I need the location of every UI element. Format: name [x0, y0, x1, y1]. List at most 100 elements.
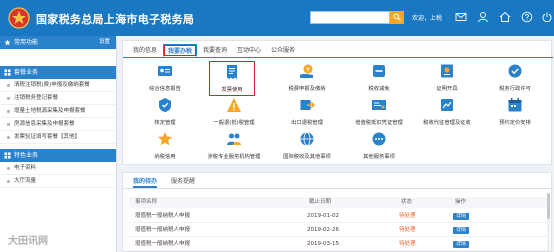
table-row: 增值税一般纳税人申报 2019-02-26 待处理 详情 — [129, 224, 547, 237]
comprehensive-info-report-button[interactable]: 综合信息报告 — [137, 63, 193, 92]
grid-icon — [4, 69, 11, 76]
sidebar-item[interactable]: 清税注销税(费)申报及缴纳套餐 — [0, 79, 116, 92]
globe-icon — [300, 132, 314, 146]
sidebar-item[interactable]: 房源信息采集及申报套餐 — [0, 118, 116, 131]
invoice-icon — [227, 65, 237, 79]
function-panel: 我的信息 我要办税 我要查询 互动中心 公众服务 综合信息报告 发票使用 ¥ 税… — [122, 40, 553, 165]
icon-label: 预约定价安排 — [499, 120, 531, 126]
export-refund-button[interactable]: 出口退税管理 — [279, 97, 335, 126]
table-header: 事项名称 截止日期 状态 操作 — [129, 197, 547, 208]
deadline: 2019-01-02 — [307, 213, 339, 219]
sidebar-item[interactable]: 电子资料 — [0, 162, 116, 175]
tab-interaction[interactable]: 互动中心 — [233, 44, 265, 57]
certificate-issue-button[interactable]: 证明开具 — [419, 63, 475, 92]
settings-link[interactable]: 设置 — [99, 36, 110, 49]
general-refund-button[interactable]: 一般退(抵)税管理 — [206, 97, 262, 126]
site-title: 国家税务总局上海市电子税务局 — [36, 13, 195, 26]
tax-declaration-payment-button[interactable]: ¥ 税费申报及缴纳 — [279, 63, 335, 92]
tax-levy-button[interactable]: 税收代征管理及征收 — [419, 97, 475, 126]
todo-tabs: 我的待办 服务提醒 — [123, 176, 553, 189]
icon-label: 出口退税管理 — [291, 120, 323, 126]
table-row: 增值税一般纳税人申报 2019-01-02 待处理 详情 — [129, 210, 547, 223]
status-badge: 待处理 — [399, 227, 416, 233]
task-name[interactable]: 增值税一般纳税人申报 — [135, 224, 190, 237]
home-icon[interactable] — [499, 11, 511, 23]
invoice-use-button[interactable]: 发票使用 — [209, 61, 255, 96]
detail-button[interactable]: 详情 — [453, 241, 469, 248]
detail-button[interactable]: 详情 — [453, 213, 469, 220]
column-header: 状态 — [401, 199, 413, 205]
icon-label: 纳税信用 — [154, 154, 176, 160]
table-row: 增值税一般纳税人申报 2019-03-15 待处理 详情 — [129, 238, 547, 251]
scrollbar[interactable] — [547, 193, 550, 251]
icon-label: 税费申报及缴纳 — [288, 86, 326, 92]
tab-my-todo[interactable]: 我的待办 — [133, 176, 158, 188]
star-icon — [4, 39, 11, 46]
sidebar-item[interactable]: 增量土地税源采集及申报套餐 — [0, 105, 116, 118]
tax-emblem-icon — [8, 7, 30, 29]
other-services-button[interactable]: 其他服务事项 — [351, 131, 407, 160]
column-header: 截止日期 — [309, 199, 332, 205]
sidebar-item[interactable]: 大厅流量 — [0, 175, 116, 188]
grid-icon — [4, 152, 11, 159]
top-header: 国家税务总局上海市电子税务局 欢迎，上税 — [0, 0, 554, 36]
icon-label: 增值税抵扣凭证管理 — [355, 120, 403, 126]
task-name[interactable]: 增值税一般纳税人申报 — [135, 238, 190, 251]
vat-voucher-button[interactable]: 增值税抵扣凭证管理 — [351, 97, 407, 126]
icon-label: 核定管理 — [154, 120, 176, 126]
icon-label: 税务行政许可 — [499, 86, 531, 92]
scrollbar-thumb[interactable] — [547, 193, 550, 219]
levy-icon — [441, 99, 453, 111]
icon-label: 证明开具 — [436, 86, 458, 92]
common-functions-header[interactable]: 常用功能 设置 — [0, 36, 116, 49]
id-card-icon — [158, 66, 172, 76]
help-icon[interactable] — [521, 11, 533, 23]
sidebar-item[interactable]: 注销税务登记套餐 — [0, 92, 116, 105]
special-business-header[interactable]: 特色业务 — [0, 149, 116, 162]
search-input[interactable] — [310, 11, 390, 24]
package-business-header[interactable]: 套餐业务 — [0, 66, 116, 79]
search-icon — [393, 13, 401, 21]
tax-payment-icon: ¥ — [300, 64, 313, 78]
column-header: 事项名称 — [135, 199, 158, 205]
search-button[interactable] — [390, 11, 404, 24]
tax-admin-permit-button[interactable]: 税务行政许可 — [487, 63, 543, 92]
tax-relief-button[interactable]: 税收减免 — [351, 63, 407, 92]
credit-icon — [158, 132, 172, 146]
user-icon[interactable] — [477, 11, 489, 23]
status-badge: 待处理 — [399, 213, 416, 219]
approval-icon — [159, 98, 171, 112]
tab-service-reminder[interactable]: 服务提醒 — [171, 176, 195, 188]
mail-icon[interactable] — [455, 11, 467, 23]
agency-management-button[interactable]: 涉税专业服务机构管理 — [206, 131, 262, 160]
package-business-label: 套餐业务 — [14, 69, 39, 76]
icon-label: 其他服务事项 — [363, 154, 395, 160]
sidebar-item[interactable]: 发票验证填写套餐【其他】 — [0, 131, 116, 144]
deadline: 2019-02-26 — [307, 227, 339, 233]
international-tax-button[interactable]: 国际税收及其他事项 — [279, 131, 335, 160]
tab-query[interactable]: 我要查询 — [199, 44, 231, 57]
permit-icon — [508, 64, 522, 78]
icon-label: 发票使用 — [221, 87, 243, 93]
tab-my-info[interactable]: 我的信息 — [129, 44, 161, 57]
icon-label: 税收代征管理及征收 — [423, 120, 471, 126]
voucher-icon — [372, 100, 386, 110]
power-icon[interactable] — [541, 11, 553, 23]
icon-label: 一般退(抵)税管理 — [213, 120, 255, 126]
todo-panel: 我的待办 服务提醒 事项名称 截止日期 状态 操作 增值税一般纳税人申报 201… — [122, 172, 553, 252]
pricing-arrangement-button[interactable]: 预约定价安排 — [487, 97, 543, 126]
watermark: 大田讯网 — [8, 236, 48, 247]
svg-text:¥: ¥ — [306, 66, 310, 73]
approval-management-button[interactable]: 核定管理 — [137, 97, 193, 126]
tax-credit-button[interactable]: 纳税信用 — [137, 131, 193, 160]
task-name[interactable]: 增值税一般纳税人申报 — [135, 210, 190, 223]
tab-handle-tax[interactable]: 我要办税 — [163, 44, 197, 57]
main-tabs: 我的信息 我要办税 我要查询 互动中心 公众服务 — [123, 44, 553, 58]
detail-button[interactable]: 详情 — [453, 227, 469, 234]
icon-label: 涉税专业服务机构管理 — [207, 154, 261, 160]
sidebar: 常用功能 设置 套餐业务 清税注销税(费)申报及缴纳套餐 注销税务登记套餐 增量… — [0, 36, 117, 252]
special-business-label: 特色业务 — [14, 152, 39, 159]
tab-public-service[interactable]: 公众服务 — [267, 44, 299, 57]
tax-relief-icon — [373, 65, 385, 77]
deadline: 2019-03-15 — [307, 241, 339, 247]
